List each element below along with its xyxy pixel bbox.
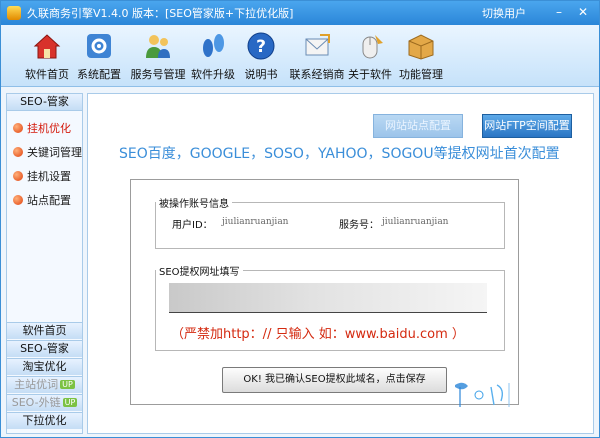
toolbar-label: 功能管理	[399, 68, 443, 81]
window-title: 久联商务引擎V1.4.0 版本：[SEO管家版+下拉优化版]	[27, 7, 294, 20]
site-config-button[interactable]: 网站站点配置	[373, 114, 463, 138]
help-icon: ?	[247, 32, 275, 60]
app-window: 久联商务引擎V1.4.0 版本：[SEO管家版+下拉优化版] 切换用户 – ✕ …	[0, 0, 600, 438]
system-config-icon	[87, 34, 111, 58]
sidebar-nav-dropdown-optimize[interactable]: 下拉优化	[7, 412, 82, 429]
toolbar-manual-button[interactable]: ? 说明书	[239, 31, 283, 85]
sidebar-item-label: 挂机设置	[27, 170, 71, 183]
bullet-icon	[13, 147, 23, 157]
sidebar-nav-main-site-words[interactable]: 主站优词 UP	[7, 376, 82, 393]
seo-url-input[interactable]	[169, 283, 487, 313]
toolbar-service-account-button[interactable]: 服务号管理	[129, 31, 187, 85]
bullet-icon	[13, 123, 23, 133]
toolbar-contact-dealer-button[interactable]: 联系经销商	[287, 31, 347, 85]
sidebar-nav-seo-manager[interactable]: SEO-管家	[7, 340, 82, 357]
user-id-value: jiulianruanjian	[222, 217, 289, 227]
sidebar-nav-label: 淘宝优化	[22, 360, 67, 373]
sidebar-item-label: 关键词管理	[27, 146, 82, 159]
sidebar-nav-home[interactable]: 软件首页	[7, 322, 82, 339]
sidebar-nav-label: 下拉优化	[22, 414, 67, 427]
sidebar-nav-label: SEO-管家	[20, 342, 69, 355]
ftp-config-button[interactable]: 网站FTP空间配置	[482, 114, 572, 138]
box-icon	[408, 34, 434, 60]
sidebar-item-label: 挂机优化	[27, 122, 71, 135]
users-icon	[146, 35, 170, 58]
title-bar: 久联商务引擎V1.4.0 版本：[SEO管家版+下拉优化版] 切换用户 – ✕	[1, 1, 599, 25]
sidebar-nav-label: 主站优词	[14, 378, 59, 391]
account-info-legend: 被操作账号信息	[159, 199, 229, 210]
user-id-label: 用户ID：	[172, 220, 213, 231]
service-account-label: 服务号：	[339, 220, 379, 231]
toolbar-system-config-button[interactable]: 系统配置	[73, 31, 125, 85]
sidebar: SEO-管家 挂机优化 关键词管理 挂机设置 站点配置 软件首页 SEO-管家 …	[6, 93, 83, 434]
toolbar-label: 服务号管理	[130, 68, 186, 81]
up-badge: UP	[60, 380, 75, 389]
toolbar-upgrade-button[interactable]: 软件升级	[187, 31, 239, 85]
sidebar-nav-taobao[interactable]: 淘宝优化	[7, 358, 82, 375]
save-domain-button[interactable]: OK! 我已确认SEO提权此域名，点击保存	[222, 367, 447, 393]
home-icon	[33, 34, 61, 59]
footprints-icon	[203, 34, 224, 57]
service-account-value: jiulianruanjian	[382, 217, 449, 227]
sidebar-item-label: 站点配置	[27, 194, 71, 207]
toolbar-label: 联系经销商	[289, 68, 345, 81]
sidebar-nav-seo-external-links[interactable]: SEO-外链 UP	[7, 394, 82, 411]
toolbar-home-button[interactable]: 软件首页	[21, 31, 73, 85]
sidebar-item-hang-settings[interactable]: 挂机设置	[13, 167, 71, 187]
url-legend: SEO提权网址填写	[159, 267, 240, 278]
app-logo-icon	[7, 6, 21, 20]
brand-watermark-icon	[455, 382, 510, 407]
svg-text:?: ?	[256, 37, 266, 57]
toolbar-label: 说明书	[244, 68, 278, 81]
sidebar-nav-label: 软件首页	[22, 324, 67, 337]
bullet-icon	[13, 171, 23, 181]
page-heading: SEO百度，GOOGLE，SOSO，YAHOO，SOGOU等提权网址首次配置	[119, 146, 560, 162]
mouse-icon	[362, 35, 383, 59]
url-format-warning: （严禁加http：// 只输入 如：www.baidu.com ）	[171, 327, 465, 342]
toolbar: 软件首页 系统配置 服务号管理 软件升级 ? 说明书 联系经销商 关于软件 功能…	[1, 25, 599, 87]
up-badge: UP	[62, 398, 78, 407]
contact-icon	[305, 34, 330, 56]
toolbar-label: 系统配置	[77, 68, 121, 81]
toolbar-about-button[interactable]: 关于软件	[347, 31, 393, 85]
minimize-button[interactable]: –	[550, 4, 568, 21]
toolbar-feature-manage-button[interactable]: 功能管理	[395, 31, 447, 85]
sidebar-header: SEO-管家	[7, 94, 82, 111]
sidebar-nav-label: SEO-外链	[11, 396, 61, 409]
switch-user-link[interactable]: 切换用户	[482, 5, 526, 21]
toolbar-label: 软件首页	[25, 68, 69, 81]
close-button[interactable]: ✕	[574, 4, 592, 21]
sidebar-item-keyword-manage[interactable]: 关键词管理	[13, 143, 82, 163]
sidebar-item-hang-optimize[interactable]: 挂机优化	[13, 119, 71, 139]
sidebar-item-site-config[interactable]: 站点配置	[13, 191, 71, 211]
toolbar-label: 软件升级	[191, 68, 235, 81]
toolbar-label: 关于软件	[348, 68, 392, 81]
bullet-icon	[13, 195, 23, 205]
